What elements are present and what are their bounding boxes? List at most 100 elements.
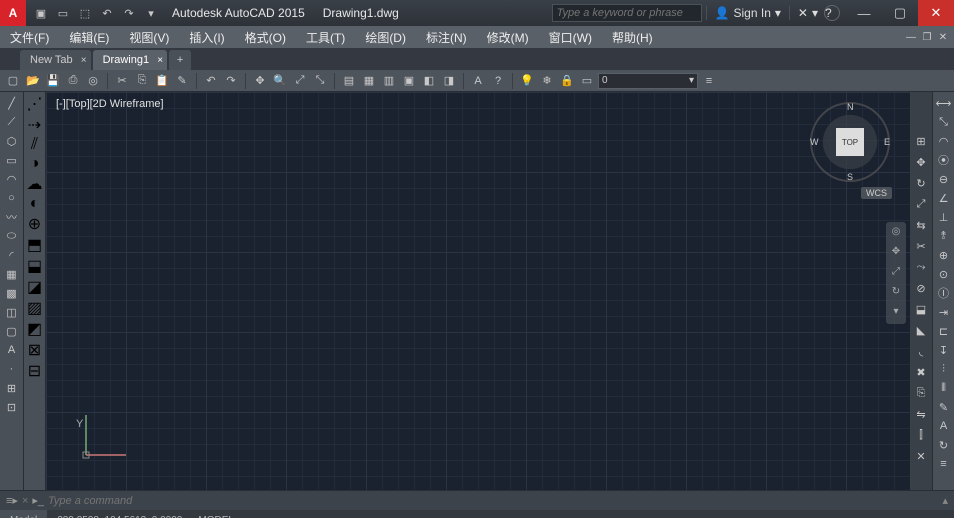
layer-dropdown[interactable]: 0 ▾ [598,73,698,89]
ordinate-dim-icon[interactable] [935,208,953,226]
drawing-canvas[interactable]: [-][Top][2D Wireframe] Y TOP N S E W WCS… [46,92,910,490]
layer-on-icon[interactable] [518,72,536,90]
baseline-dim-icon[interactable] [935,379,953,397]
help-icon[interactable] [824,5,840,21]
polygon-icon[interactable] [3,132,21,150]
tool-palettes-icon[interactable] [380,72,398,90]
ellipse-icon[interactable] [3,227,21,245]
linear-dim-icon[interactable] [935,94,953,112]
center-mark-icon[interactable] [935,265,953,283]
help-icon[interactable] [489,72,507,90]
mirror-icon[interactable] [912,405,930,423]
continue-dim-icon[interactable] [935,360,953,378]
tab-new[interactable]: New Tab× [20,50,91,70]
text-icon[interactable] [469,72,487,90]
dim-edit-icon[interactable] [935,398,953,416]
viewcube-south[interactable]: S [847,172,853,182]
close-button[interactable]: ✕ [918,0,954,26]
viewcube-face[interactable]: TOP [836,128,864,156]
menu-format[interactable]: 格式(O) [235,26,296,48]
command-history-icon[interactable]: ≡▸ [6,494,18,507]
menu-edit[interactable]: 编辑(E) [59,26,119,48]
redo-icon[interactable] [222,72,240,90]
exchange-icon[interactable] [798,6,808,20]
multiline-icon[interactable] [31,136,38,154]
app-menu-icon[interactable]: A [0,0,26,26]
spline-icon[interactable] [3,208,21,226]
undo-icon[interactable] [202,72,220,90]
mesh-icon[interactable] [27,319,42,339]
multileader-icon[interactable] [935,341,953,359]
close-icon[interactable]: × [157,55,163,66]
ray-icon[interactable] [28,115,41,135]
aligned-dim-icon[interactable] [935,113,953,131]
angular-dim-icon[interactable] [935,189,953,207]
donut-icon[interactable] [30,155,40,173]
rotate-icon[interactable] [912,174,930,192]
sheet-set-icon[interactable] [400,72,418,90]
zoom-icon[interactable] [271,72,289,90]
explode-icon[interactable] [912,447,930,465]
menu-window[interactable]: 窗口(W) [539,26,602,48]
pan-icon[interactable]: ✥ [889,246,903,260]
doc-restore-icon[interactable]: ❐ [920,30,934,44]
minimize-button[interactable]: — [846,0,882,26]
extend-icon[interactable] [912,258,930,276]
viewcube-north[interactable]: N [847,102,854,112]
show-motion-icon[interactable]: ▾ [889,306,903,320]
command-input[interactable] [44,495,942,507]
dim-style-icon[interactable] [935,455,953,473]
menu-draw[interactable]: 绘图(D) [355,26,416,48]
polyline-icon[interactable] [3,113,21,131]
exchange-drop-icon[interactable] [812,6,818,20]
open-icon[interactable] [54,4,72,22]
wcs-badge[interactable]: WCS [861,187,892,199]
full-nav-wheel-icon[interactable]: ◎ [889,226,903,240]
offset-icon[interactable] [912,426,930,444]
tolerance-icon[interactable] [935,246,953,264]
stretch-icon[interactable] [912,216,930,234]
viewport-label[interactable]: [-][Top][2D Wireframe] [56,98,164,110]
dim-break-icon[interactable] [935,322,953,340]
boundary-icon[interactable] [28,214,41,234]
scale-icon[interactable] [912,195,930,213]
menu-view[interactable]: 视图(V) [119,26,179,48]
copy-icon[interactable] [133,72,151,90]
paste-icon[interactable] [153,72,171,90]
radius-dim-icon[interactable] [935,151,953,169]
sign-in-button[interactable]: Sign In [706,6,790,20]
arc-icon[interactable] [3,170,21,188]
table-icon[interactable] [3,322,21,340]
new-icon[interactable] [32,4,50,22]
layer-manager-icon[interactable] [700,72,718,90]
pan-icon[interactable] [251,72,269,90]
inspection-icon[interactable] [935,284,953,302]
orbit-icon[interactable]: ↻ [889,286,903,300]
arc-length-icon[interactable] [935,132,953,150]
erase-icon[interactable] [912,363,930,381]
menu-file[interactable]: 文件(F) [0,26,59,48]
menu-insert[interactable]: 插入(I) [179,26,234,48]
layer-lock-icon[interactable] [558,72,576,90]
save-icon[interactable] [76,4,94,22]
gradient-icon[interactable] [3,284,21,302]
insert-icon[interactable] [3,398,21,416]
maximize-button[interactable]: ▢ [882,0,918,26]
tab-add-button[interactable]: + [169,50,191,70]
point-icon[interactable] [3,360,21,378]
tab-drawing1[interactable]: Drawing1× [93,50,167,70]
dim-space-icon[interactable] [935,303,953,321]
new-icon[interactable] [4,72,22,90]
line-icon[interactable] [3,94,21,112]
menu-help[interactable]: 帮助(H) [602,26,663,48]
region-icon[interactable] [3,303,21,321]
doc-minimize-icon[interactable]: — [904,30,918,44]
join-icon[interactable] [912,300,930,318]
matchprop-icon[interactable] [173,72,191,90]
jogged-dim-icon[interactable] [935,227,953,245]
fillet-icon[interactable] [912,342,930,360]
undo-icon[interactable] [98,4,116,22]
move-icon[interactable] [912,153,930,171]
markup-icon[interactable] [420,72,438,90]
viewcube-west[interactable]: W [810,137,819,147]
